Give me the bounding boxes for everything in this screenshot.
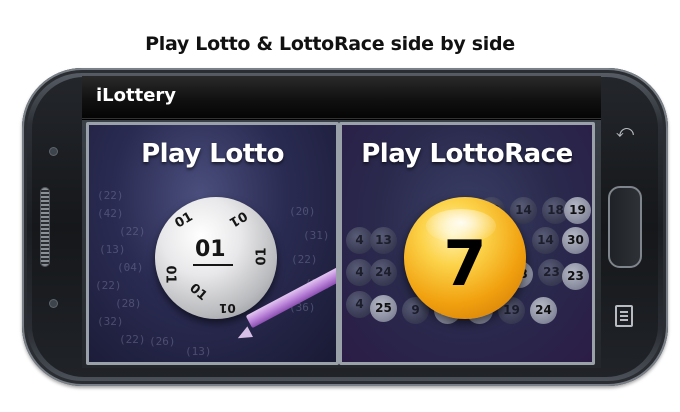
grid-ball: 23 bbox=[562, 263, 589, 290]
ticket-number: (13) bbox=[99, 243, 126, 256]
grid-ball: 14 bbox=[510, 197, 537, 224]
lottorace-ball-icon: 7 bbox=[404, 197, 526, 319]
ticket-number: (22) bbox=[119, 225, 146, 238]
play-lotto-button[interactable]: (22) (42) (22) (13) (04) (22) (28) (32) … bbox=[86, 122, 339, 365]
app-title: iLottery bbox=[96, 85, 177, 106]
grid-ball: 24 bbox=[530, 297, 557, 324]
title-bar: iLottery bbox=[82, 76, 601, 119]
ticket-number: (22) bbox=[119, 333, 146, 346]
ticket-number: (28) bbox=[115, 297, 142, 310]
grid-ball: 4 bbox=[346, 291, 373, 318]
grid-ball: 4 bbox=[346, 227, 373, 254]
sensor-icon bbox=[50, 148, 57, 155]
speaker-grille bbox=[41, 188, 49, 266]
grid-ball: 4 bbox=[346, 259, 373, 286]
lotto-ball-icon: 01 01 01 01 01 01 01 bbox=[155, 197, 277, 319]
ball-number: 01 bbox=[254, 247, 270, 266]
play-lottorace-button[interactable]: 13 14 18 19 4 13 14 30 4 24 23 33 23 4 2… bbox=[339, 122, 595, 365]
promo-caption: Play Lotto & LottoRace side by side bbox=[145, 33, 515, 55]
ball-number: 01 bbox=[172, 209, 196, 232]
play-lotto-label: Play Lotto bbox=[141, 139, 284, 169]
ball-underline bbox=[193, 264, 233, 266]
grid-ball: 13 bbox=[370, 227, 397, 254]
ball-number: 01 bbox=[162, 265, 178, 284]
ticket-number: (13) bbox=[185, 345, 212, 358]
grid-ball: 24 bbox=[370, 259, 397, 286]
ball-number: 01 bbox=[219, 301, 236, 315]
menu-icon[interactable] bbox=[615, 305, 633, 327]
ticket-number: (31) bbox=[303, 229, 330, 242]
ticket-number: (32) bbox=[97, 315, 124, 328]
grid-ball: 30 bbox=[562, 227, 589, 254]
ticket-number: (22) bbox=[95, 279, 122, 292]
sensor-icon bbox=[50, 300, 57, 307]
grid-ball: 25 bbox=[370, 295, 397, 322]
grid-ball: 23 bbox=[538, 259, 565, 286]
ticket-number: (26) bbox=[149, 335, 176, 348]
ticket-number: (22) bbox=[97, 189, 124, 202]
ball-number: 01 bbox=[186, 280, 210, 305]
ticket-number: (42) bbox=[97, 207, 124, 220]
grid-ball: 14 bbox=[532, 227, 559, 254]
play-lottorace-label: Play LottoRace bbox=[361, 139, 573, 169]
home-button[interactable] bbox=[608, 186, 642, 268]
app-screen: iLottery (22) (42) (22) (13) (04) (22) (… bbox=[82, 76, 601, 368]
ball-number-main: 01 bbox=[195, 237, 226, 262]
ticket-number: (22) bbox=[291, 253, 318, 266]
grid-ball: 19 bbox=[564, 197, 591, 224]
race-ball-number: 7 bbox=[443, 227, 487, 300]
game-panels: (22) (42) (22) (13) (04) (22) (28) (32) … bbox=[82, 120, 601, 368]
ball-number: 01 bbox=[226, 207, 250, 230]
ticket-number: (04) bbox=[117, 261, 144, 274]
back-icon[interactable]: ⤺ bbox=[615, 122, 635, 142]
ticket-number: (20) bbox=[289, 205, 316, 218]
